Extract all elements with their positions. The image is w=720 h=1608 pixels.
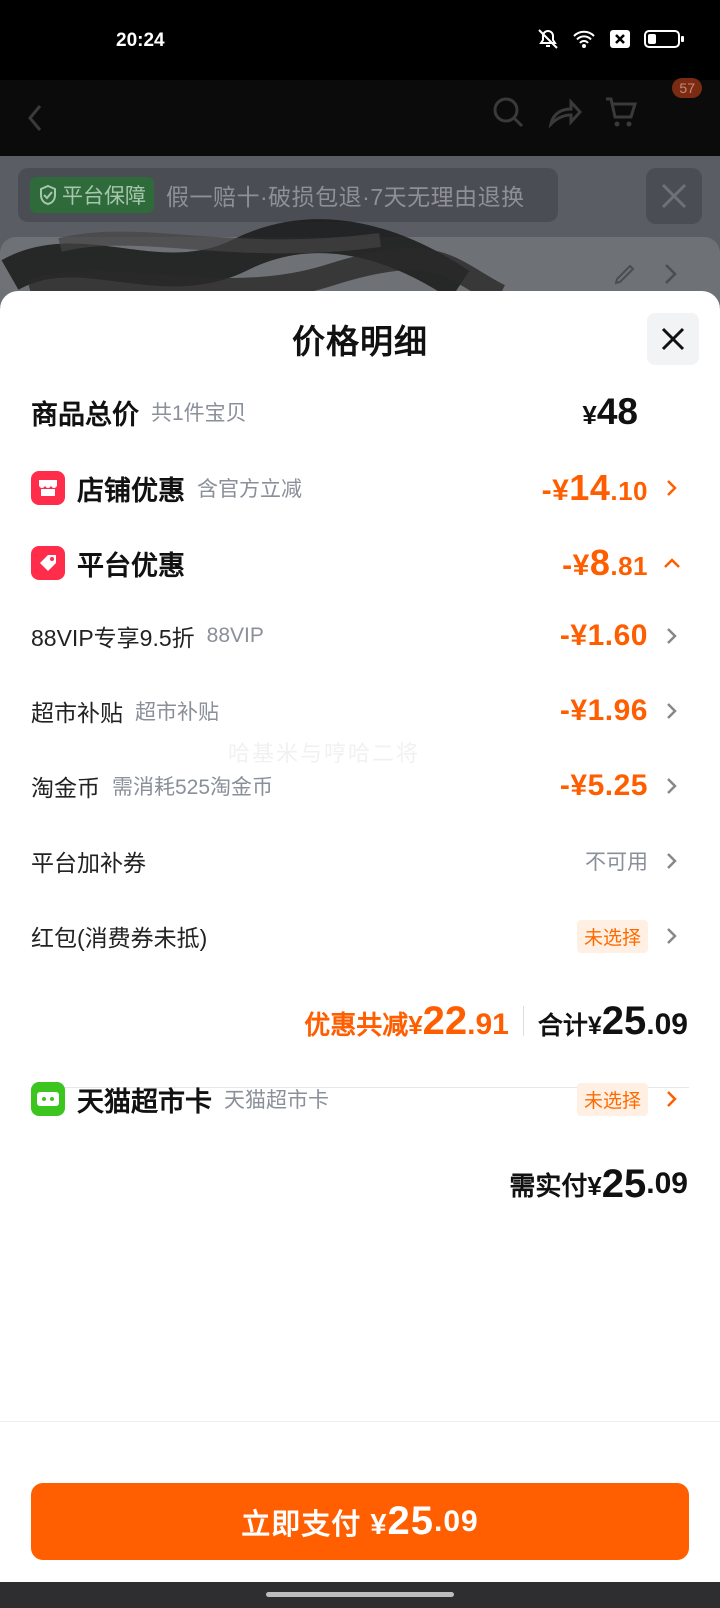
- row-tmall-card[interactable]: 天猫超市卡 天猫超市卡 未选择: [31, 1074, 686, 1124]
- system-nav-bar: [0, 1582, 720, 1608]
- total-value: 48: [596, 391, 638, 432]
- guarantee-tag: 平台保障: [30, 177, 154, 213]
- mute-icon: [538, 29, 558, 49]
- discount-summary: 优惠共减¥22.91 合计¥25.09: [0, 996, 688, 1046]
- chevron-right-icon: [665, 264, 677, 284]
- pay-button-int: 25: [387, 1499, 434, 1543]
- item-value: -¥1.60: [559, 619, 648, 652]
- pay-button-label: 立即支付 ¥: [241, 1508, 388, 1541]
- footer-divider: [0, 1421, 720, 1422]
- total-currency: ¥: [582, 400, 597, 430]
- tag-icon: [31, 546, 65, 580]
- platform-discount-dec: .81: [610, 551, 648, 581]
- row-taojinbi[interactable]: 淘金币 需消耗525淘金币 -¥5.25: [31, 761, 686, 811]
- close-icon: [661, 327, 685, 351]
- share-icon: [548, 98, 583, 129]
- background-close-button: [646, 168, 702, 224]
- sim-off-icon: [610, 30, 630, 48]
- actual-pay: 需实付¥ 25.09: [0, 1159, 688, 1209]
- guarantee-banner: 平台保障 假一赔十·破损包退·7天无理由退换: [18, 168, 558, 222]
- red-packet-label: 红包(消费券未抵): [31, 925, 208, 951]
- chevron-up-icon: [658, 549, 686, 577]
- chevron-right-icon: [658, 474, 686, 502]
- pay-now-button[interactable]: 立即支付 ¥25.09: [31, 1483, 689, 1560]
- chevron-right-icon: [658, 1085, 686, 1113]
- battery-fill: [648, 34, 656, 44]
- row-88vip[interactable]: 88VIP专享9.5折 88VIP -¥1.60: [31, 611, 686, 661]
- tmall-card-sub: 天猫超市卡: [224, 1089, 329, 1112]
- subtotal-dec: .09: [646, 1007, 688, 1041]
- tmall-card-label: 天猫超市卡: [77, 1086, 212, 1117]
- tmall-card-icon: [31, 1082, 65, 1116]
- red-packet-value: 未选择: [576, 919, 648, 953]
- cart-icon: [606, 97, 638, 127]
- shield-check-icon: [40, 184, 56, 206]
- home-indicator[interactable]: [266, 1592, 454, 1597]
- sheet-title: 价格明细: [292, 323, 428, 360]
- row-platform-discount[interactable]: 平台优惠 -¥8.81: [31, 538, 686, 588]
- row-product-total: 商品总价 共1件宝贝 ¥48: [31, 387, 686, 437]
- chevron-right-icon: [658, 847, 686, 875]
- background-nav-bar: [0, 80, 720, 156]
- row-red-packet[interactable]: 红包(消费券未抵) 未选择: [31, 911, 686, 961]
- edit-icon: [614, 264, 635, 285]
- platform-discount-label: 平台优惠: [77, 550, 185, 581]
- status-bar: 20:24: [0, 0, 720, 80]
- subtotal-label: 合计¥: [537, 1011, 602, 1040]
- price-detail-sheet: 价格明细 哈基米与哼哈二将 商品总价 共1件宝贝 ¥48 店铺优惠 含官方立减 …: [0, 291, 720, 1582]
- total-label: 商品总价: [31, 399, 139, 430]
- pay-button-dec: .09: [433, 1504, 479, 1538]
- subtotal-int: 25: [601, 998, 647, 1043]
- item-label: 淘金币: [31, 775, 100, 801]
- item-value: -¥5.25: [559, 769, 648, 802]
- status-icons: [536, 28, 684, 50]
- search-icon: [493, 97, 524, 128]
- platform-coupon-value: 不可用: [585, 851, 648, 874]
- total-sub: 共1件宝贝: [151, 402, 247, 425]
- discount-total-int: 22: [422, 998, 468, 1043]
- store-discount-sub: 含官方立减: [197, 478, 302, 501]
- platform-discount-int: 8: [589, 542, 611, 583]
- chevron-right-icon: [658, 622, 686, 650]
- platform-coupon-label: 平台加补券: [31, 850, 146, 876]
- close-icon: [661, 183, 687, 209]
- discount-total-label: 优惠共减¥: [304, 1009, 423, 1040]
- item-label: 超市补贴: [31, 700, 123, 726]
- item-sub: 88VIP: [206, 624, 264, 647]
- discount-total-dec: .91: [467, 1007, 509, 1041]
- store-discount-prefix: -¥: [541, 474, 570, 507]
- store-discount-label: 店铺优惠: [77, 475, 185, 506]
- cart-badge: 57: [672, 78, 702, 98]
- wifi-icon: [573, 30, 595, 48]
- actual-pay-int: 25: [601, 1161, 647, 1206]
- chevron-right-icon: [658, 922, 686, 950]
- guarantee-text: 假一赔十·破损包退·7天无理由退换: [166, 184, 525, 210]
- item-label: 88VIP专享9.5折: [31, 625, 195, 651]
- tmall-card-value: 未选择: [576, 1082, 648, 1116]
- chevron-right-icon: [658, 697, 686, 725]
- status-time: 20:24: [116, 30, 165, 51]
- back-icon: [28, 105, 42, 131]
- actual-pay-dec: .09: [646, 1167, 688, 1200]
- row-supermarket-subsidy[interactable]: 超市补贴 超市补贴 -¥1.96: [31, 686, 686, 736]
- sheet-close-button[interactable]: [647, 313, 699, 365]
- store-icon: [31, 471, 65, 505]
- store-discount-dec: .10: [610, 476, 648, 506]
- platform-discount-prefix: -¥: [562, 549, 590, 582]
- item-value: -¥1.96: [559, 694, 648, 727]
- item-sub: 超市补贴: [135, 701, 219, 724]
- item-sub: 需消耗525淘金币: [112, 776, 274, 799]
- row-platform-coupon[interactable]: 平台加补券 不可用: [31, 836, 686, 886]
- store-discount-int: 14: [569, 467, 611, 508]
- summary-divider: [522, 1006, 524, 1036]
- battery-icon: [644, 30, 684, 48]
- guarantee-tag-label: 平台保障: [62, 185, 146, 208]
- chevron-right-icon: [658, 772, 686, 800]
- actual-pay-label: 需实付¥: [509, 1170, 602, 1201]
- row-store-discount[interactable]: 店铺优惠 含官方立减 -¥14.10: [31, 463, 686, 513]
